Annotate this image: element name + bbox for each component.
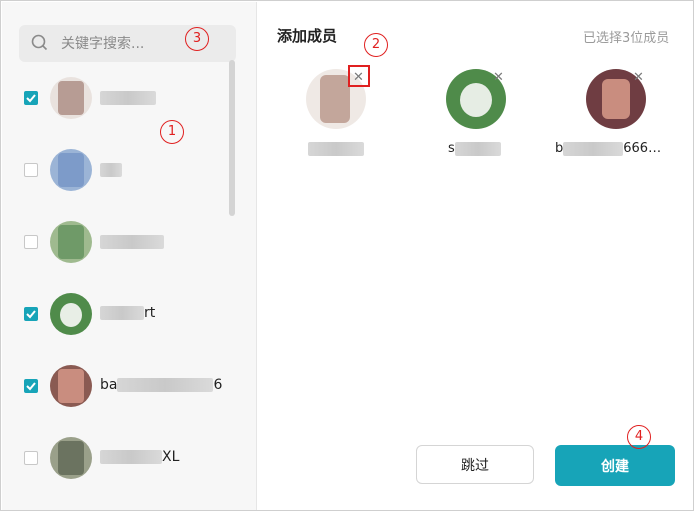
member-checkbox[interactable] [24, 379, 38, 393]
search-icon [31, 34, 48, 51]
avatar [50, 77, 92, 119]
highlight-box [348, 65, 370, 87]
remove-icon[interactable]: ✕ [493, 71, 504, 84]
callout-1: 1 [160, 120, 184, 144]
member-name: ba 6 [100, 377, 223, 393]
member-name [100, 90, 156, 106]
avatar [50, 149, 92, 191]
check-icon [26, 94, 36, 103]
selected-count: 已选择3位成员 [583, 31, 670, 46]
member-list-panel: rt ba6 [2, 2, 257, 510]
member-row[interactable] [2, 132, 232, 204]
member-checkbox[interactable] [24, 451, 38, 465]
selected-name [308, 141, 364, 156]
check-icon [26, 382, 36, 391]
avatar [50, 437, 92, 479]
member-row[interactable]: ba 6 [2, 348, 232, 420]
dialog: rt ba6 [0, 0, 694, 511]
avatar [50, 365, 92, 407]
avatar [50, 293, 92, 335]
member-name [100, 162, 122, 178]
search-input[interactable] [61, 25, 191, 62]
member-name [100, 234, 164, 250]
member-checkbox[interactable] [24, 91, 38, 105]
member-checkbox[interactable] [24, 307, 38, 321]
member-name: rt [100, 305, 155, 321]
remove-icon[interactable]: ✕ [633, 71, 644, 84]
skip-button[interactable]: 跳过 [416, 445, 534, 484]
avatar [50, 221, 92, 263]
panel-title: 添加成员 [277, 27, 338, 45]
member-checkbox[interactable] [24, 235, 38, 249]
member-row[interactable]: XL [2, 420, 232, 492]
member-checkbox[interactable] [24, 163, 38, 177]
member-row[interactable] [2, 204, 232, 276]
member-name: XL [100, 449, 179, 465]
member-row[interactable] [2, 60, 232, 132]
callout-4: 4 [627, 425, 651, 449]
callout-3: 3 [185, 27, 209, 51]
check-icon [26, 310, 36, 319]
callout-2: 2 [364, 33, 388, 57]
member-row[interactable]: rt [2, 276, 232, 348]
create-button[interactable]: 创建 [555, 445, 675, 486]
selected-name: s [448, 141, 501, 156]
selected-name: b 666… [555, 141, 662, 156]
